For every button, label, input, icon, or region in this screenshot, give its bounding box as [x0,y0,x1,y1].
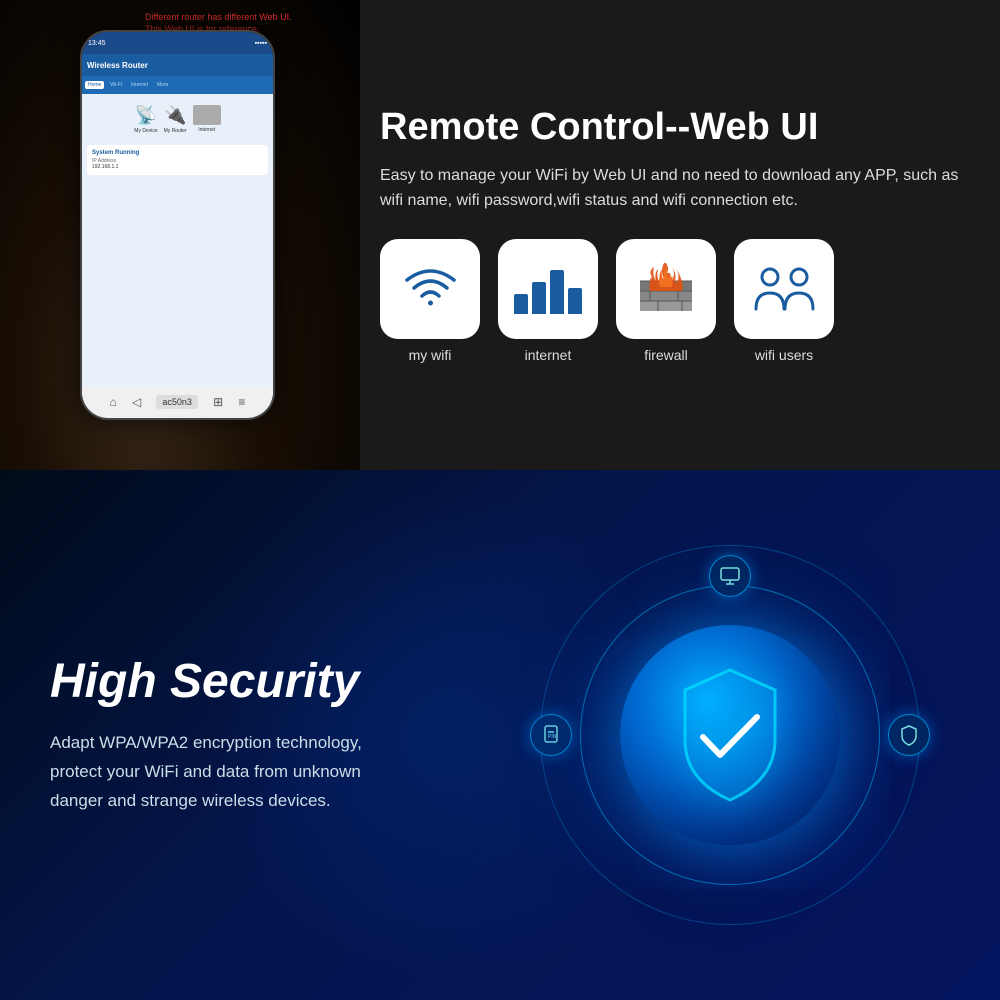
feature-wifi: my wifi [380,239,480,363]
internet-icon-box [498,239,598,339]
wifi-users-label: wifi users [755,347,813,363]
phone-back-btn: ◁ [132,395,141,409]
phone-nav-internet[interactable]: Internet [128,81,151,89]
security-description: Adapt WPA/WPA2 encryption technology, pr… [50,729,362,816]
feature-firewall: firewall [616,239,716,363]
firewall-icon [636,261,696,316]
phone-nav-settings[interactable]: More [154,81,171,89]
right-content: Remote Control--Web UI Easy to manage yo… [360,87,1000,383]
phone-status-bar: 13:45 ▪▪▪▪▪ [82,32,273,54]
bar-1 [514,294,528,314]
small-shield-icon [899,724,919,746]
phone-nav: Home Wi-Fi Internet More [82,76,273,94]
phone-menu-btn: ≡ [238,395,245,409]
firewall-label: firewall [644,347,688,363]
main-description: Easy to manage your WiFi by Web UI and n… [380,163,960,214]
orbit-node-left: PIN [530,714,572,756]
wifi-users-icon-box [734,239,834,339]
phone-recent-btn: ac50n3 [156,395,198,409]
phone-mockup: 13:45 ▪▪▪▪▪ Wireless Router Home Wi-Fi I… [80,30,275,420]
main-title: Remote Control--Web UI [380,107,960,149]
phone-internet-item: Internet [193,105,221,134]
phone-area: Different router has different Web UI. T… [0,0,360,470]
bar-3 [550,270,564,314]
phone-router-label: My Router [164,128,187,134]
phone-bottom-bar: ⌂ ◁ ac50n3 ⊞ ≡ [82,386,273,418]
pin-icon: PIN [541,724,561,746]
internet-label: internet [525,347,572,363]
phone-device-label: My Device [134,128,157,134]
wifi-icon-box [380,239,480,339]
globe-center [620,625,840,845]
security-title: High Security [50,654,362,709]
phone-content: 📡 My Device 🔌 My Router Internet System … [82,94,273,396]
phone-router-item: 🔌 My Router [164,105,187,134]
phone-header: Wireless Router [82,54,273,76]
monitor-icon [719,566,741,586]
phone-nav-wifi[interactable]: Wi-Fi [107,81,125,89]
phone-info-box: System Running IP Address 192.168.1.1 [87,145,268,175]
phone-system-status: System Running [92,150,263,156]
phone-wifi-icon: 📡 [135,105,157,126]
bottom-section: High Security Adapt WPA/WPA2 encryption … [0,470,1000,1000]
phone-apps-btn: ⊞ [213,395,223,409]
shield-svg [665,665,795,805]
phone-device-item: 📡 My Device [134,105,157,134]
phone-home-btn: ⌂ [110,395,117,409]
feature-internet: internet [498,239,598,363]
feature-wifi-users: wifi users [734,239,834,363]
users-icon [752,261,817,316]
wifi-label: my wifi [409,347,452,363]
orbit-node-right [888,714,930,756]
phone-internet-icon [193,105,221,125]
orbit-node-top [709,555,751,597]
phone-ip-value: 192.168.1.1 [92,164,263,170]
feature-icons-row: my wifi internet [380,239,960,363]
left-content: High Security Adapt WPA/WPA2 encryption … [0,614,412,856]
phone-router-icon: 🔌 [164,105,186,126]
bar-chart-icon [514,264,582,314]
phone-device-grid: 📡 My Device 🔌 My Router Internet [87,99,268,140]
firewall-icon-box [616,239,716,339]
bar-2 [532,282,546,314]
svg-text:PIN: PIN [548,734,557,740]
wifi-icon [403,266,458,311]
top-section: Different router has different Web UI. T… [0,0,1000,470]
globe-visual: PIN [520,525,940,945]
bar-4 [568,288,582,314]
phone-nav-home[interactable]: Home [85,81,104,89]
phone-internet-label: Internet [198,127,215,133]
